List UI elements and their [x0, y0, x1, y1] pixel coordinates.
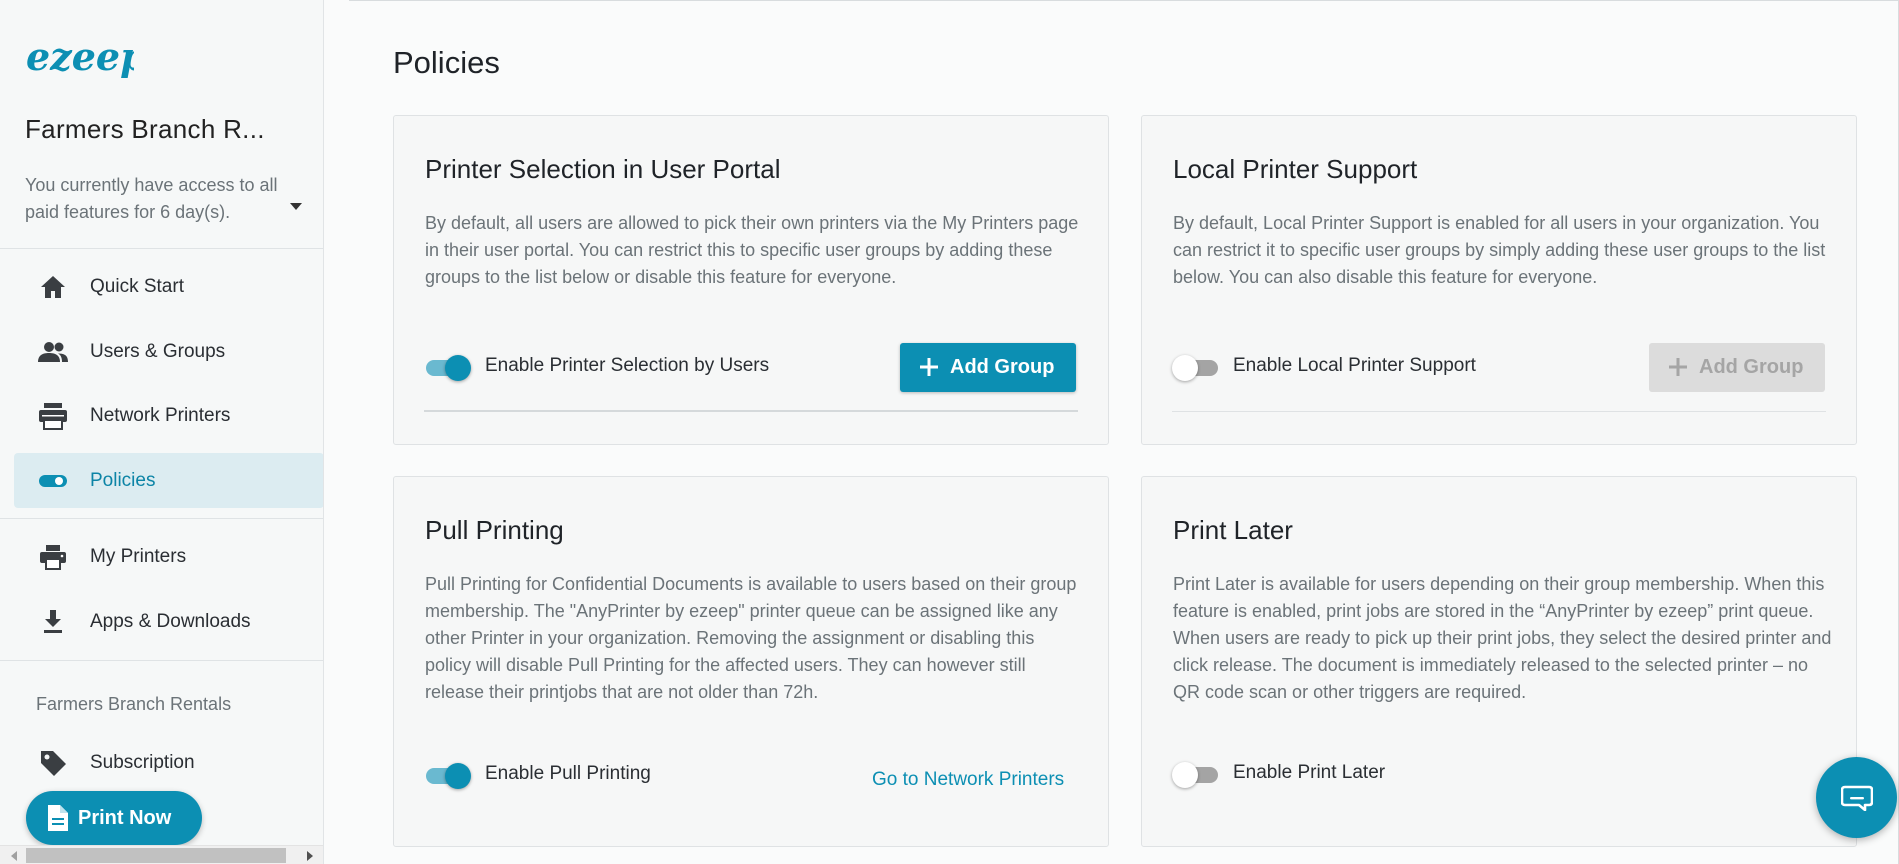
group-list-divider: [424, 410, 1078, 412]
nav-item-apps-downloads[interactable]: Apps & Downloads: [14, 594, 323, 649]
section-label-org: Farmers Branch Rentals: [36, 694, 232, 714]
add-group-button[interactable]: Add Group: [900, 343, 1076, 392]
scroll-right-arrow-icon[interactable]: [307, 851, 313, 861]
button-label: Add Group: [1699, 356, 1804, 378]
card-title: Pull Printing: [425, 515, 564, 545]
card-title: Print Later: [1173, 515, 1293, 545]
sidebar-content: ezeep Farmers Branch R... You currently …: [0, 0, 323, 845]
card-description: By default, Local Printer Support is ena…: [1173, 213, 1826, 287]
print-now-button[interactable]: Print Now: [26, 791, 202, 845]
divider: [0, 518, 323, 519]
sidebar-horizontal-scrollbar[interactable]: [0, 845, 323, 864]
scrollbar-thumb[interactable]: [26, 848, 286, 863]
print-now-label: Print Now: [78, 806, 172, 829]
nav-label: Users & Groups: [90, 340, 226, 362]
org-name[interactable]: Farmers Branch R...: [25, 114, 265, 145]
nav-item-policies[interactable]: Policies: [14, 453, 323, 508]
nav-label: Network Printers: [90, 404, 231, 426]
button-label: Add Group: [950, 356, 1055, 378]
scroll-left-arrow-icon[interactable]: [11, 851, 17, 861]
divider: [0, 248, 323, 249]
toggle-label: Enable Printer Selection by Users: [485, 355, 770, 376]
nav-item-subscription[interactable]: Subscription: [14, 735, 323, 790]
toggle-icon: [38, 466, 68, 496]
nav-item-quick-start[interactable]: Quick Start: [14, 259, 323, 314]
nav-label: Apps & Downloads: [90, 610, 251, 632]
policy-card-local-printer-support: Local Printer Support By default, Local …: [1141, 115, 1857, 445]
chat-icon: [1841, 785, 1873, 811]
chevron-down-icon[interactable]: [290, 203, 302, 210]
sidebar: ezeep Farmers Branch R... You currently …: [0, 0, 324, 864]
ezeep-logo[interactable]: ezeep: [26, 36, 134, 88]
network-printers-icon: [38, 401, 68, 431]
toggle-knob: [1172, 355, 1198, 381]
toggle-label: Enable Print Later: [1233, 762, 1386, 783]
toggle-knob: [445, 763, 471, 789]
document-icon: [48, 805, 68, 831]
plus-icon: [920, 358, 938, 376]
trial-status-text: You currently have access to all paid fe…: [25, 175, 278, 222]
policy-card-pull-printing: Pull Printing Pull Printing for Confiden…: [393, 476, 1109, 847]
plus-icon: [1669, 358, 1687, 376]
download-icon: [38, 607, 68, 637]
nav-item-network-printers[interactable]: Network Printers: [14, 388, 323, 443]
pull-printing-toggle[interactable]: [424, 760, 473, 790]
page-title: Policies: [393, 45, 500, 80]
home-icon: [38, 272, 68, 302]
print-later-toggle[interactable]: [1172, 759, 1221, 789]
divider: [0, 660, 323, 661]
card-title: Printer Selection in User Portal: [425, 154, 781, 184]
go-to-network-printers-link[interactable]: Go to Network Printers: [872, 769, 1064, 791]
main-content: Policies Printer Selection in User Porta…: [349, 0, 1899, 864]
tag-icon: [38, 748, 68, 778]
nav-label: Subscription: [90, 751, 195, 773]
toggle-label: Enable Pull Printing: [485, 763, 651, 784]
toggle-knob: [1172, 762, 1198, 788]
nav-item-my-printers[interactable]: My Printers: [14, 529, 323, 584]
users-icon: [38, 337, 68, 367]
group-list-divider: [1172, 411, 1826, 412]
printer-selection-toggle[interactable]: [424, 352, 473, 382]
nav-label: Quick Start: [90, 275, 184, 297]
card-description: Print Later is available for users depen…: [1173, 574, 1832, 702]
svg-text:ezeep: ezeep: [26, 36, 134, 79]
policy-card-printer-selection: Printer Selection in User Portal By defa…: [393, 115, 1109, 445]
chat-button[interactable]: [1816, 757, 1897, 838]
card-description: Pull Printing for Confidential Documents…: [425, 574, 1077, 702]
local-printer-support-toggle[interactable]: [1172, 352, 1221, 382]
nav-label: Policies: [90, 469, 156, 491]
add-group-button-disabled[interactable]: Add Group: [1649, 343, 1825, 392]
toggle-label: Enable Local Printer Support: [1233, 355, 1476, 376]
toggle-knob: [445, 355, 471, 381]
card-description: By default, all users are allowed to pic…: [425, 213, 1079, 287]
printer-icon: [38, 542, 68, 572]
policy-card-print-later: Print Later Print Later is available for…: [1141, 476, 1857, 847]
card-title: Local Printer Support: [1173, 154, 1418, 184]
nav-label: My Printers: [90, 545, 187, 567]
nav-item-users-groups[interactable]: Users & Groups: [14, 324, 323, 379]
